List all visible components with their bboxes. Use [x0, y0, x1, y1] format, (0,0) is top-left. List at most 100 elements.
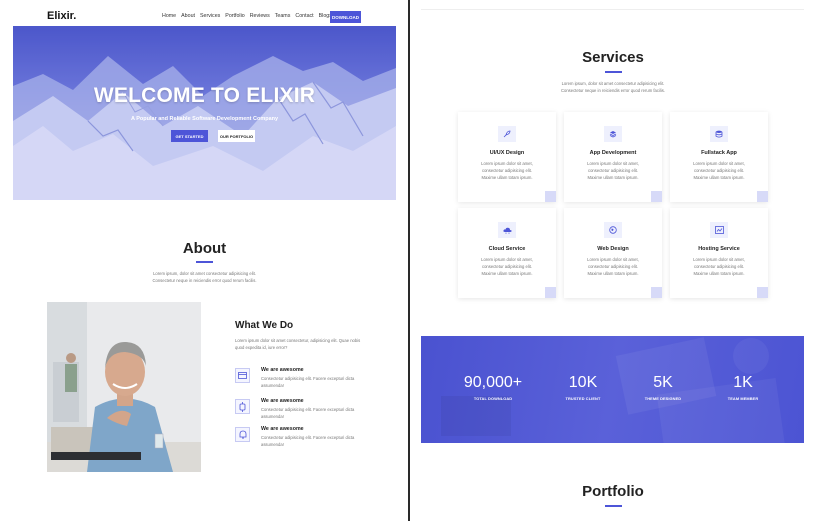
service-card-uiux[interactable]: UI/UX Design Lorem ipsum dolor sit amet,…	[458, 112, 556, 202]
service-description: Lorem ipsum dolor sit amet, consectetur …	[680, 256, 758, 277]
stat-total-download: 90,000+ TOTAL DOWNLOAD	[453, 374, 533, 401]
about-title-underline	[196, 261, 213, 263]
rocket-icon	[498, 126, 516, 142]
service-title: UI/UX Design	[489, 150, 525, 156]
layers-icon	[604, 126, 622, 142]
stat-value: 1K	[733, 374, 753, 391]
nav-link-reviews[interactable]: Reviews	[250, 13, 270, 19]
nav-link-home[interactable]: Home	[162, 13, 176, 19]
mountain-background	[13, 26, 396, 200]
card-corner-accent	[757, 191, 768, 202]
nav-links: Home About Services Portfolio Reviews Te…	[162, 13, 332, 19]
service-desc-line: Maxime ullam totam ipsum.	[481, 271, 533, 276]
globe-icon	[604, 222, 622, 238]
server-icon	[710, 222, 728, 238]
service-desc-line: consectetur adipisicing elit.	[587, 264, 639, 269]
services-title: Services	[582, 49, 644, 66]
portfolio-title-underline	[605, 505, 622, 507]
service-card-hosting[interactable]: Hosting Service Lorem ipsum dolor sit am…	[670, 208, 768, 298]
nav-link-teams[interactable]: Teams	[275, 13, 291, 19]
feature-item: We are awesome Consectetur adipisicing e…	[235, 398, 375, 424]
about-desc-line-1: Lorem ipsum, dolor sit amet consectetur …	[153, 271, 256, 276]
service-desc-line: consectetur adipisicing elit.	[693, 168, 745, 173]
card-corner-accent	[757, 287, 768, 298]
card-corner-accent	[545, 287, 556, 298]
about-photo	[47, 302, 201, 472]
service-card-app-development[interactable]: App Development Lorem ipsum dolor sit am…	[564, 112, 662, 202]
about-description: Lorem ipsum, dolor sit amet consectetur …	[0, 270, 409, 284]
service-card-fullstack[interactable]: Fullstack App Lorem ipsum dolor sit amet…	[670, 112, 768, 202]
feature-title: We are awesome	[261, 398, 304, 404]
service-title: Fullstack App	[701, 150, 737, 156]
service-desc-line: consectetur adipisicing elit.	[587, 168, 639, 173]
hero-title: WELCOME TO ELIXIR	[93, 84, 316, 107]
view-divider	[408, 0, 410, 521]
service-desc-line: Lorem ipsum dolor sit amet,	[587, 161, 639, 166]
bell-icon	[235, 427, 250, 442]
service-description: Lorem ipsum dolor sit amet, consectetur …	[468, 256, 546, 277]
portfolio-title: Portfolio	[582, 483, 644, 500]
service-desc-line: Maxime ullam totam ipsum.	[693, 175, 745, 180]
card-icon	[235, 368, 250, 383]
service-desc-line: Maxime ullam totam ipsum.	[481, 175, 533, 180]
feature-description: Consectetur adipisicing elit. Facere exc…	[261, 435, 355, 447]
service-desc-line: Lorem ipsum dolor sit amet,	[693, 257, 745, 262]
service-desc-line: Maxime ullam totam ipsum.	[587, 175, 639, 180]
card-corner-accent	[651, 287, 662, 298]
service-description: Lorem ipsum dolor sit amet, consectetur …	[468, 160, 546, 181]
stat-label: TOTAL DOWNLOAD	[473, 396, 513, 401]
nav-link-about[interactable]: About	[181, 13, 195, 19]
feature-description: Consectetur adipisicing elit. Facere exc…	[261, 407, 355, 419]
right-page-view: Services Lorem ipsum, dolor sit amet con…	[411, 0, 815, 521]
services-title-underline	[605, 71, 622, 73]
stats-banner: 90,000+ TOTAL DOWNLOAD 10K TRUSTED CLIEN…	[421, 336, 804, 443]
feature-description: Consectetur adipisicing elit. Facere exc…	[261, 376, 355, 388]
stat-value: 10K	[568, 374, 598, 391]
service-title: Web Design	[597, 246, 629, 252]
stat-label: TEAM MEMBER	[727, 396, 759, 401]
left-page-view: Elixir. Home About Services Portfolio Re…	[0, 0, 409, 521]
logo[interactable]: Elixir.	[47, 10, 76, 22]
services-desc-line-2: Consectetur neque in reiciendis error qu…	[560, 88, 666, 93]
service-desc-line: Lorem ipsum dolor sit amet,	[481, 257, 533, 262]
service-desc-line: Lorem ipsum dolor sit amet,	[587, 257, 639, 262]
nav-link-contact[interactable]: Contact	[295, 13, 313, 19]
what-we-do-description: Lorem ipsum dolor sit amet consectetur, …	[235, 338, 361, 350]
about-desc-line-2: Consectetur neque in reiciendis error qu…	[152, 278, 257, 283]
services-desc-line-1: Lorem ipsum, dolor sit amet consectetur …	[561, 81, 665, 86]
stat-team-member: 1K TEAM MEMBER	[703, 374, 783, 401]
service-description: Lorem ipsum dolor sit amet, consectetur …	[574, 160, 652, 181]
service-desc-line: Lorem ipsum dolor sit amet,	[481, 161, 533, 166]
service-description: Lorem ipsum dolor sit amet, consectetur …	[680, 160, 758, 181]
services-description: Lorem ipsum, dolor sit amet consectetur …	[411, 80, 815, 94]
stat-label: TRUSTED CLIENT	[565, 396, 601, 401]
service-desc-line: consectetur adipisicing elit.	[693, 264, 745, 269]
top-divider-line	[421, 9, 804, 10]
get-started-button[interactable]: GET STARTED	[171, 130, 208, 142]
stat-value: 90,000+	[463, 374, 523, 391]
about-title: About	[182, 240, 227, 257]
service-description: Lorem ipsum dolor sit amet, consectetur …	[574, 256, 652, 277]
nav-link-services[interactable]: Services	[200, 13, 220, 19]
cloud-icon	[498, 222, 516, 238]
download-button[interactable]: DOWNLOAD	[330, 11, 361, 23]
hero-banner: WELCOME TO ELIXIR A Popular and Reliable…	[13, 26, 396, 200]
service-card-web-design[interactable]: Web Design Lorem ipsum dolor sit amet, c…	[564, 208, 662, 298]
service-title: Hosting Service	[698, 246, 740, 252]
navbar: Elixir. Home About Services Portfolio Re…	[0, 0, 409, 26]
stat-value: 5K	[653, 374, 673, 391]
service-desc-line: Maxime ullam totam ipsum.	[587, 271, 639, 276]
nav-link-portfolio[interactable]: Portfolio	[225, 13, 244, 19]
feature-title: We are awesome	[261, 426, 304, 432]
service-card-cloud[interactable]: Cloud Service Lorem ipsum dolor sit amet…	[458, 208, 556, 298]
what-we-do-title: What We Do	[235, 320, 294, 331]
our-portfolio-button[interactable]: OUR PORTFOLIO	[218, 130, 255, 142]
stat-theme-designed: 5K THEME DESIGNED	[623, 374, 703, 401]
stat-label: THEME DESIGNED	[644, 396, 682, 401]
database-icon	[710, 126, 728, 142]
stat-trusted-client: 10K TRUSTED CLIENT	[543, 374, 623, 401]
hero-subtitle: A Popular and Reliable Software Developm…	[130, 116, 279, 122]
service-title: Cloud Service	[488, 246, 526, 252]
service-title: App Development	[589, 150, 637, 156]
watch-icon	[235, 399, 250, 414]
